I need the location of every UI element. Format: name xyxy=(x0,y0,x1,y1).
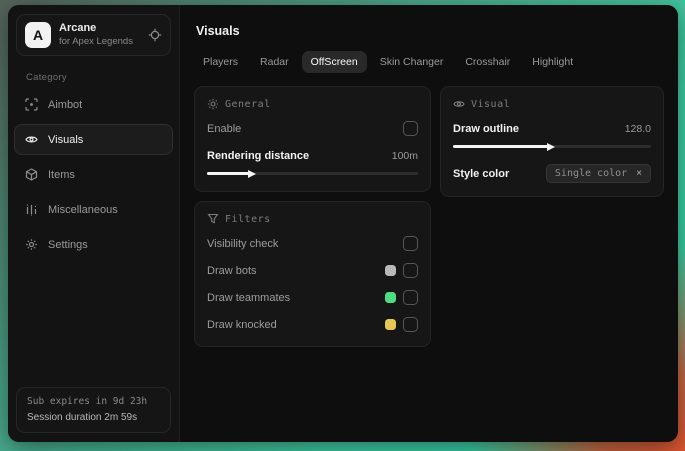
sidebar-item-label: Items xyxy=(48,168,75,181)
sidebar-nav: Aimbot Visuals Items Miscellaneous Setti… xyxy=(8,87,179,262)
category-label: Category xyxy=(26,72,67,83)
panel-title: General xyxy=(225,98,271,110)
draw-outline-label: Draw outline xyxy=(453,122,520,135)
draw-outline-value: 128.0 xyxy=(624,122,651,135)
tab-skin-changer[interactable]: Skin Changer xyxy=(371,51,453,73)
panel-title: Visual xyxy=(471,98,511,110)
app-subtitle: for Apex Legends xyxy=(59,35,133,47)
tab-crosshair[interactable]: Crosshair xyxy=(456,51,519,73)
draw-outline-slider[interactable] xyxy=(453,142,651,151)
sidebar-item-label: Miscellaneous xyxy=(48,203,118,216)
sidebar-item-settings[interactable]: Settings xyxy=(14,229,173,260)
rendering-distance-slider[interactable] xyxy=(207,169,418,178)
style-color-select[interactable]: Single color × xyxy=(545,164,651,183)
slider-thumb[interactable] xyxy=(248,169,257,178)
draw-knocked-label: Draw knocked xyxy=(207,318,277,331)
funnel-icon xyxy=(207,213,219,225)
style-color-label: Style color xyxy=(453,167,510,180)
tab-radar[interactable]: Radar xyxy=(251,51,298,73)
enable-label: Enable xyxy=(207,122,242,135)
visibility-check-label: Visibility check xyxy=(207,237,279,250)
sidebar-item-label: Visuals xyxy=(48,133,84,146)
rendering-distance-label: Rendering distance xyxy=(207,149,310,162)
draw-bots-label: Draw bots xyxy=(207,264,257,277)
eye-icon xyxy=(25,133,38,146)
subscription-info-card: Sub expires in 9d 23h Session duration 2… xyxy=(16,386,171,433)
panel-visual: Visual Draw outline 128.0 Style color Si… xyxy=(440,86,664,197)
slider-thumb[interactable] xyxy=(547,142,556,151)
gear-icon xyxy=(25,238,38,251)
rendering-distance-value: 100m xyxy=(391,149,418,162)
draw-bots-color-swatch[interactable] xyxy=(385,265,396,276)
grid-icon xyxy=(25,203,38,216)
tab-highlight[interactable]: Highlight xyxy=(523,51,582,73)
sidebar: A Arcane for Apex Legends Category Aimbo… xyxy=(8,5,180,442)
panel-general: General Enable Rendering distance 100m xyxy=(194,86,431,192)
page-title: Visuals xyxy=(196,24,240,38)
tab-players[interactable]: Players xyxy=(194,51,247,73)
cube-icon xyxy=(25,168,38,181)
tab-offscreen[interactable]: OffScreen xyxy=(301,51,367,73)
draw-teammates-color-swatch[interactable] xyxy=(385,292,396,303)
main-content: Visuals Players Radar OffScreen Skin Cha… xyxy=(180,5,678,442)
panel-title: Filters xyxy=(225,213,271,225)
sun-icon xyxy=(207,98,219,110)
app-logo: A xyxy=(25,22,51,48)
draw-knocked-color-swatch[interactable] xyxy=(385,319,396,330)
sidebar-item-miscellaneous[interactable]: Miscellaneous xyxy=(14,194,173,225)
app-header-card: A Arcane for Apex Legends xyxy=(16,14,171,56)
crosshair-target-icon[interactable] xyxy=(148,28,162,42)
app-name: Arcane xyxy=(59,22,97,35)
visibility-check-checkbox[interactable] xyxy=(403,236,418,251)
style-color-value: Single color xyxy=(554,168,628,179)
draw-teammates-label: Draw teammates xyxy=(207,291,291,304)
close-icon[interactable]: × xyxy=(636,168,642,179)
panel-filters: Filters Visibility check Draw bots Draw … xyxy=(194,201,431,347)
sidebar-item-items[interactable]: Items xyxy=(14,159,173,190)
sidebar-item-label: Settings xyxy=(48,238,88,251)
sidebar-item-aimbot[interactable]: Aimbot xyxy=(14,89,173,120)
sidebar-item-visuals[interactable]: Visuals xyxy=(14,124,173,155)
draw-teammates-checkbox[interactable] xyxy=(403,290,418,305)
eye-icon xyxy=(453,98,465,110)
draw-bots-checkbox[interactable] xyxy=(403,263,418,278)
sidebar-item-label: Aimbot xyxy=(48,98,83,111)
app-window: A Arcane for Apex Legends Category Aimbo… xyxy=(8,5,678,442)
sub-expires-text: Sub expires in 9d 23h xyxy=(27,395,148,407)
session-duration-text: Session duration 2m 59s xyxy=(27,411,138,423)
crosshair-icon xyxy=(25,98,38,111)
tab-bar: Players Radar OffScreen Skin Changer Cro… xyxy=(194,51,664,73)
enable-checkbox[interactable] xyxy=(403,121,418,136)
draw-knocked-checkbox[interactable] xyxy=(403,317,418,332)
